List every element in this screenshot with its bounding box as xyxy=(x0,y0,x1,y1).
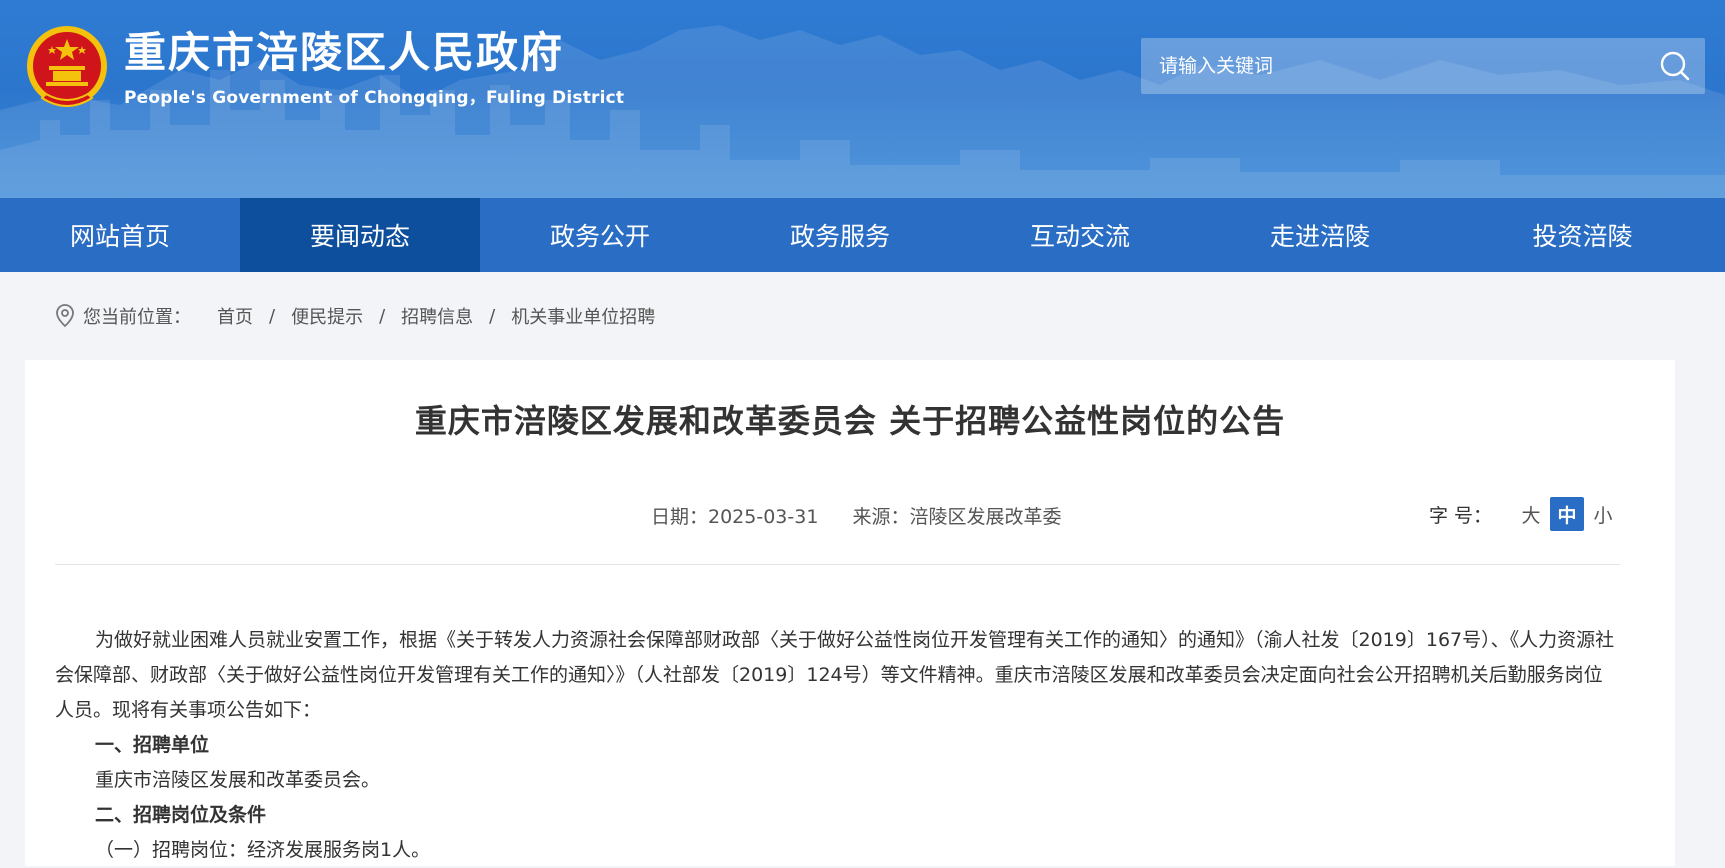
breadcrumb-separator: / xyxy=(269,305,276,327)
nav-item-invest-fuling[interactable]: 投资涪陵 xyxy=(1440,198,1725,272)
paragraph-recruiting-unit: 重庆市涪陵区发展和改革委员会。 xyxy=(95,769,381,791)
nav-item-gov-services[interactable]: 政务服务 xyxy=(720,198,960,272)
paragraph-intro: 为做好就业困难人员就业安置工作，根据《关于转发人力资源社会保障部财政部〈关于做好… xyxy=(55,629,1615,721)
search-input[interactable] xyxy=(1141,37,1645,95)
breadcrumb-separator: / xyxy=(489,305,496,327)
breadcrumb-prefix: 您当前位置： xyxy=(83,307,191,328)
breadcrumb: 您当前位置： 首页 / 便民提示 / 招聘信息 / 机关事业单位招聘 xyxy=(0,272,1725,360)
nav-item-about-fuling[interactable]: 走进涪陵 xyxy=(1200,198,1440,272)
breadcrumb-public-tips[interactable]: 便民提示 xyxy=(291,303,363,329)
font-size-small-button[interactable]: 小 xyxy=(1586,497,1620,531)
article-date: 日期：2025-03-31 xyxy=(651,506,819,528)
paragraph-position: （一）招聘岗位：经济发展服务岗1人。 xyxy=(95,839,431,861)
article-title: 重庆市涪陵区发展和改革委员会 关于招聘公益性岗位的公告 xyxy=(414,402,1286,440)
nav-item-gov-affairs[interactable]: 政务公开 xyxy=(480,198,720,272)
nav-item-interaction[interactable]: 互动交流 xyxy=(960,198,1200,272)
font-size-control: 字 号： 大 中 小 xyxy=(1429,497,1620,531)
breadcrumb-institution-recruitment[interactable]: 机关事业单位招聘 xyxy=(511,303,655,329)
breadcrumb-home[interactable]: 首页 xyxy=(217,303,253,329)
article-body: 为做好就业困难人员就业安置工作，根据《关于转发人力资源社会保障部财政部〈关于做好… xyxy=(55,623,1620,868)
site-logo[interactable]: 重庆市涪陵区人民政府 People's Government of Chongq… xyxy=(24,22,624,112)
font-size-large-button[interactable]: 大 xyxy=(1514,497,1548,531)
section-heading-2: 二、招聘岗位及条件 xyxy=(95,804,267,826)
location-pin-icon xyxy=(56,304,74,328)
site-title-en: People's Government of Chongqing，Fuling … xyxy=(124,87,625,108)
national-emblem-icon xyxy=(27,26,107,107)
site-title-cn: 重庆市涪陵区人民政府 xyxy=(124,27,565,77)
section-heading-1: 一、招聘单位 xyxy=(95,734,210,756)
font-size-label: 字 号： xyxy=(1428,504,1492,527)
font-size-medium-button[interactable]: 中 xyxy=(1550,497,1584,531)
article-source: 来源：涪陵区发展改革委 xyxy=(852,506,1062,528)
nav-item-home[interactable]: 网站首页 xyxy=(0,198,240,272)
main-nav: 网站首页 要闻动态 政务公开 政务服务 互动交流 走进涪陵 投资涪陵 xyxy=(0,198,1725,272)
breadcrumb-separator: / xyxy=(379,305,386,327)
search-button[interactable] xyxy=(1645,38,1705,94)
breadcrumb-recruitment-info[interactable]: 招聘信息 xyxy=(401,303,473,329)
site-title: 重庆市涪陵区人民政府 People's Government of Chongq… xyxy=(124,27,624,108)
site-header: 重庆市涪陵区人民政府 People's Government of Chongq… xyxy=(0,0,1725,198)
article-meta: 日期：2025-03-31 来源：涪陵区发展改革委 字 号： 大 中 小 xyxy=(25,497,1675,542)
search-icon xyxy=(1660,51,1690,81)
meta-divider xyxy=(55,564,1620,565)
nav-item-news[interactable]: 要闻动态 xyxy=(240,198,480,272)
search-box xyxy=(1141,37,1705,95)
article-panel: 重庆市涪陵区发展和改革委员会 关于招聘公益性岗位的公告 日期：2025-03-3… xyxy=(25,360,1675,866)
